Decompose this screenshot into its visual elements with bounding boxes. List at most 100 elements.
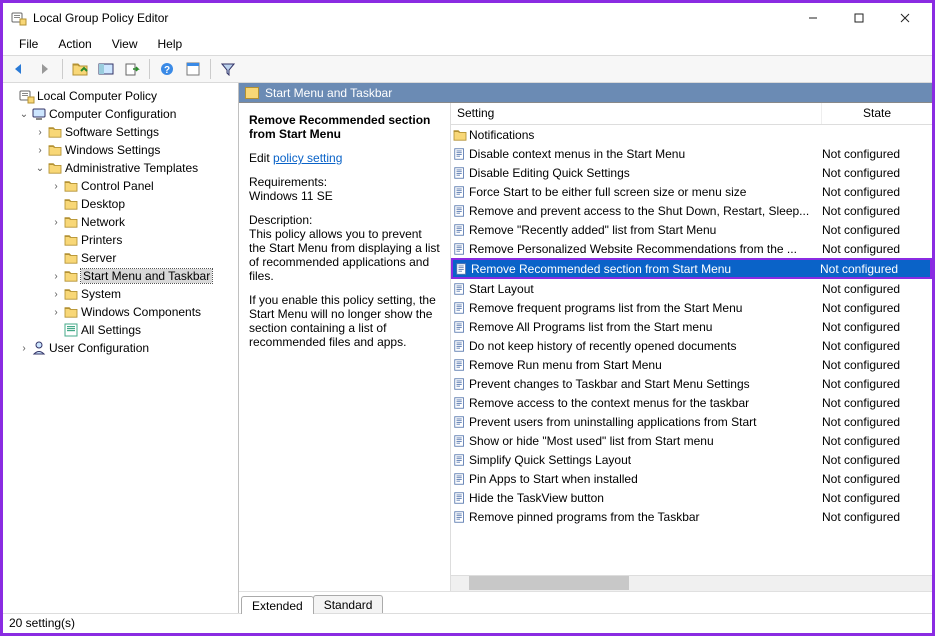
- settings-row[interactable]: Prevent changes to Taskbar and Start Men…: [451, 374, 932, 393]
- tree-all-settings[interactable]: All Settings: [5, 321, 236, 339]
- twisty-collapsed-icon[interactable]: ›: [33, 145, 47, 156]
- setting-state: Not configured: [822, 185, 932, 199]
- export-list-button[interactable]: [120, 57, 144, 81]
- tree-admin-templates[interactable]: ⌄ Administrative Templates: [5, 159, 236, 177]
- setting-name: Remove "Recently added" list from Start …: [469, 223, 822, 237]
- filter-button[interactable]: [216, 57, 240, 81]
- show-hide-tree-button[interactable]: [94, 57, 118, 81]
- horizontal-scrollbar[interactable]: [451, 575, 932, 591]
- twisty-collapsed-icon[interactable]: ›: [49, 181, 63, 192]
- tree-start-menu-taskbar[interactable]: › Start Menu and Taskbar: [5, 267, 236, 285]
- menu-help[interactable]: Help: [150, 35, 191, 53]
- column-header-state[interactable]: State: [822, 103, 932, 124]
- settings-row[interactable]: Simplify Quick Settings LayoutNot config…: [451, 450, 932, 469]
- setting-name: Remove Recommended section from Start Me…: [471, 262, 820, 276]
- policy-icon: [453, 262, 471, 276]
- folder-icon: [47, 143, 63, 157]
- policy-icon: [451, 377, 469, 391]
- close-button[interactable]: [882, 3, 928, 33]
- grid-header[interactable]: Setting State: [451, 103, 932, 125]
- twisty-collapsed-icon[interactable]: ›: [49, 307, 63, 318]
- setting-name: Prevent users from uninstalling applicat…: [469, 415, 822, 429]
- forward-button[interactable]: [33, 57, 57, 81]
- settings-row[interactable]: Disable context menus in the Start MenuN…: [451, 144, 932, 163]
- twisty-expanded-icon[interactable]: ⌄: [33, 163, 47, 174]
- scrollbar-thumb[interactable]: [469, 576, 629, 590]
- tree-software-settings[interactable]: › Software Settings: [5, 123, 236, 141]
- twisty-collapsed-icon[interactable]: ›: [49, 271, 63, 282]
- help-button[interactable]: ?: [155, 57, 179, 81]
- tree-label: Administrative Templates: [65, 161, 198, 175]
- policy-icon: [451, 301, 469, 315]
- twisty-expanded-icon[interactable]: ⌄: [17, 109, 31, 120]
- twisty-collapsed-icon[interactable]: ›: [49, 217, 63, 228]
- settings-row[interactable]: Remove frequent programs list from the S…: [451, 298, 932, 317]
- settings-row[interactable]: Notifications: [451, 125, 932, 144]
- settings-row[interactable]: Prevent users from uninstalling applicat…: [451, 412, 932, 431]
- setting-state: Not configured: [822, 204, 932, 218]
- setting-name: Remove All Programs list from the Start …: [469, 320, 822, 334]
- settings-row[interactable]: Remove Personalized Website Recommendati…: [451, 239, 932, 258]
- tab-standard[interactable]: Standard: [313, 595, 384, 613]
- settings-row[interactable]: Remove All Programs list from the Start …: [451, 317, 932, 336]
- grid-body[interactable]: NotificationsDisable context menus in th…: [451, 125, 932, 575]
- settings-row[interactable]: Remove Run menu from Start MenuNot confi…: [451, 355, 932, 374]
- menu-action[interactable]: Action: [50, 35, 99, 53]
- menu-file[interactable]: File: [11, 35, 46, 53]
- up-button[interactable]: [68, 57, 92, 81]
- settings-row[interactable]: Hide the TaskView buttonNot configured: [451, 488, 932, 507]
- tab-extended[interactable]: Extended: [241, 596, 314, 614]
- tree-printers[interactable]: Printers: [5, 231, 236, 249]
- settings-row[interactable]: Disable Editing Quick SettingsNot config…: [451, 163, 932, 182]
- settings-row[interactable]: Start LayoutNot configured: [451, 279, 932, 298]
- title-bar[interactable]: Local Group Policy Editor: [3, 3, 932, 33]
- maximize-button[interactable]: [836, 3, 882, 33]
- tree-windows-components[interactable]: › Windows Components: [5, 303, 236, 321]
- tree-computer-config[interactable]: ⌄ Computer Configuration: [5, 105, 236, 123]
- edit-policy-link[interactable]: policy setting: [273, 151, 342, 165]
- settings-row[interactable]: Remove access to the context menus for t…: [451, 393, 932, 412]
- twisty-collapsed-icon[interactable]: ›: [17, 343, 31, 354]
- policy-tree[interactable]: Local Computer Policy ⌄ Computer Configu…: [3, 83, 239, 613]
- setting-state: Not configured: [822, 434, 932, 448]
- policy-icon: [451, 339, 469, 353]
- folder-icon: [63, 233, 79, 247]
- setting-name: Remove access to the context menus for t…: [469, 396, 822, 410]
- setting-name: Hide the TaskView button: [469, 491, 822, 505]
- settings-row[interactable]: Remove Recommended section from Start Me…: [451, 258, 932, 279]
- tree-network[interactable]: › Network: [5, 213, 236, 231]
- twisty-collapsed-icon[interactable]: ›: [49, 289, 63, 300]
- requirements-label: Requirements:: [249, 175, 440, 189]
- tree-user-config[interactable]: › User Configuration: [5, 339, 236, 357]
- settings-row[interactable]: Remove pinned programs from the TaskbarN…: [451, 507, 932, 526]
- tree-control-panel[interactable]: › Control Panel: [5, 177, 236, 195]
- policy-icon: [451, 491, 469, 505]
- folder-icon: [63, 287, 79, 301]
- toolbar-separator: [210, 59, 211, 79]
- twisty-collapsed-icon[interactable]: ›: [33, 127, 47, 138]
- properties-button[interactable]: [181, 57, 205, 81]
- settings-row[interactable]: Show or hide "Most used" list from Start…: [451, 431, 932, 450]
- tree-windows-settings[interactable]: › Windows Settings: [5, 141, 236, 159]
- setting-state: Not configured: [822, 339, 932, 353]
- folder-icon: [63, 269, 79, 283]
- settings-row[interactable]: Force Start to be either full screen siz…: [451, 182, 932, 201]
- settings-row[interactable]: Do not keep history of recently opened d…: [451, 336, 932, 355]
- settings-row[interactable]: Remove and prevent access to the Shut Do…: [451, 201, 932, 220]
- settings-row[interactable]: Pin Apps to Start when installedNot conf…: [451, 469, 932, 488]
- column-header-setting[interactable]: Setting: [451, 103, 822, 124]
- toolbar-separator: [62, 59, 63, 79]
- back-button[interactable]: [7, 57, 31, 81]
- tree-desktop[interactable]: Desktop: [5, 195, 236, 213]
- toolbar: ?: [3, 55, 932, 83]
- menu-view[interactable]: View: [104, 35, 146, 53]
- tree-system[interactable]: › System: [5, 285, 236, 303]
- setting-state: Not configured: [820, 262, 930, 276]
- tree-label: System: [81, 287, 121, 301]
- folder-icon: [451, 129, 469, 141]
- settings-row[interactable]: Remove "Recently added" list from Start …: [451, 220, 932, 239]
- tree-root[interactable]: Local Computer Policy: [5, 87, 236, 105]
- folder-icon: [63, 215, 79, 229]
- tree-server[interactable]: Server: [5, 249, 236, 267]
- minimize-button[interactable]: [790, 3, 836, 33]
